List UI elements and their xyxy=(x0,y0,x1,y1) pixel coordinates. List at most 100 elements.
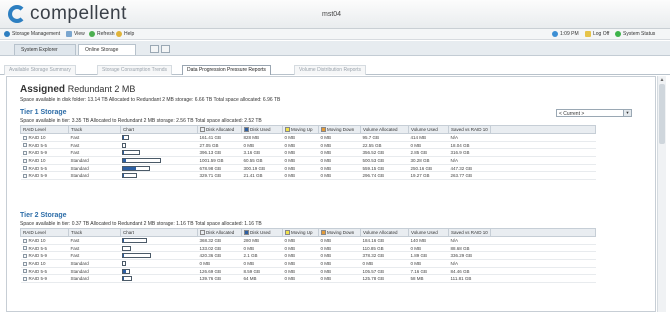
col-disk-used[interactable]: Disk Used xyxy=(241,125,283,134)
log-off-button[interactable]: Log Off xyxy=(585,31,609,37)
cell-track: Fast xyxy=(68,244,121,253)
table-row[interactable]: RAID 10 Fast 161.41 GB 828 MB 0 MB 0 MB 95.7 G… xyxy=(20,133,596,142)
tab-options-icon[interactable] xyxy=(150,45,159,53)
cell-volume-allocated: 296.74 GB xyxy=(360,171,409,181)
table-row[interactable]: RAID 5-5 Fast 27.05 GB 0 MB 0 MB 0 MB 22.55 GB… xyxy=(20,141,596,150)
cell-text: 0 MB xyxy=(410,245,422,251)
col-volume-used[interactable]: Volume Used xyxy=(408,228,449,237)
cell-text: 0 MB xyxy=(284,157,296,163)
table-row[interactable]: RAID 10 Fast 368.32 GB 280 MB 0 MB 0 MB 184.16… xyxy=(20,236,596,245)
table-row[interactable]: RAID 5-9 Standard 139.76 GB 64 MB 0 MB 0 MB 12… xyxy=(20,274,596,284)
tab-close-icon[interactable] xyxy=(161,45,170,53)
cell-raid: RAID 5-5 xyxy=(20,244,69,253)
chevron-down-icon[interactable]: ▼ xyxy=(623,110,631,116)
table-row[interactable]: RAID 5-5 Fast 133.02 GB 0 MB 0 MB 0 MB 110.85 … xyxy=(20,244,596,253)
tab-data-progression-pressure-reports[interactable]: Data Progression Pressure Reports xyxy=(182,65,271,75)
cell-text: 0 MB xyxy=(320,260,332,266)
raid-row-icon xyxy=(22,135,27,140)
cell-text: 110.85 GB xyxy=(362,245,384,251)
col-chart[interactable]: Chart xyxy=(120,125,198,134)
tab-volume-distribution-reports[interactable]: Volume Distribution Reports xyxy=(294,65,366,75)
cell-filler xyxy=(490,133,596,142)
cell-moving-up: 0 MB xyxy=(282,244,319,253)
cell-filler xyxy=(490,251,596,261)
col-track[interactable]: Track xyxy=(68,228,121,237)
table-row[interactable]: RAID 5-5 Standard 126.69 GB 8.59 GB 0 MB 0 MB… xyxy=(20,267,596,276)
view-icon xyxy=(66,31,72,37)
cell-moving-down: 0 MB xyxy=(318,133,361,142)
vertical-scrollbar[interactable]: ▲ xyxy=(657,76,666,312)
col-disk-allocated[interactable]: Disk Allocated xyxy=(197,228,242,237)
used-bar xyxy=(122,166,136,170)
cell-moving-down: 0 MB xyxy=(318,251,361,261)
cell-text: 0 MB xyxy=(284,134,296,140)
col-disk-allocated[interactable]: Disk Allocated xyxy=(197,125,242,134)
tab-system-explorer[interactable]: System Explorer xyxy=(14,44,76,55)
cell-text: Standard xyxy=(70,173,89,179)
col-moving-up[interactable]: Moving Up xyxy=(282,228,319,237)
view-menu[interactable]: View xyxy=(66,31,85,37)
table-row[interactable]: RAID 5-5 Standard 678.98 GB 300.19 GB 0 MB 0 … xyxy=(20,164,596,173)
col-raid-level[interactable]: RAID Level xyxy=(20,125,69,134)
col-disk-used[interactable]: Disk Used xyxy=(241,228,283,237)
col-volume-used[interactable]: Volume Used xyxy=(408,125,449,134)
cell-saved: N/A xyxy=(448,259,491,268)
scroll-thumb[interactable] xyxy=(659,84,665,144)
cell-text: 0 MB xyxy=(320,134,332,140)
cell-text: Standard xyxy=(70,268,89,274)
col-saved[interactable]: Saved vs RAID 10 xyxy=(448,125,491,134)
disk-used-legend-icon xyxy=(244,127,249,133)
used-bar xyxy=(122,269,126,273)
table-row[interactable]: RAID 5-9 Fast 420.36 GB 2.1 GB 0 MB 0 MB 378.3… xyxy=(20,251,596,261)
allocated-bar xyxy=(121,165,150,171)
cell-track: Standard xyxy=(68,274,121,284)
col-volume-allocated[interactable]: Volume Allocated xyxy=(360,125,409,134)
col-moving-down[interactable]: Moving Down xyxy=(318,228,361,237)
storage-management-menu[interactable]: Storage Management xyxy=(4,31,60,37)
help-menu[interactable]: Help xyxy=(116,31,134,37)
tab-available-storage-summary[interactable]: Available Storage Summary xyxy=(4,65,76,75)
cell-disk-used: 8.59 GB xyxy=(241,267,283,276)
snapshot-select[interactable]: < Current > ▼ xyxy=(556,109,632,117)
raid-row-icon xyxy=(22,277,27,282)
cell-volume-allocated: 559.15 GB xyxy=(360,164,409,173)
cell-volume-used: 250.16 GB xyxy=(408,164,449,173)
moving-down-legend-icon xyxy=(321,127,326,133)
cell-text: RAID 5-9 xyxy=(28,150,48,156)
cell-track: Standard xyxy=(68,259,121,268)
cell-text: 0 MB xyxy=(284,142,296,148)
col-volume-allocated[interactable]: Volume Allocated xyxy=(360,228,409,237)
col-moving-down[interactable]: Moving Down xyxy=(318,125,361,134)
col-track[interactable]: Track xyxy=(68,125,121,134)
cell-raid: RAID 5-9 xyxy=(20,251,69,261)
brand-name: compellent xyxy=(30,3,127,24)
cell-disk-used: 2.1 GB xyxy=(241,251,283,261)
cell-text: RAID 10 xyxy=(28,157,46,163)
tier1-table: RAID Level Track Chart Disk Allocated Di… xyxy=(20,125,596,181)
col-moving-up[interactable]: Moving Up xyxy=(282,125,319,134)
col-chart[interactable]: Chart xyxy=(120,228,198,237)
cell-volume-used: 19.27 GB xyxy=(408,171,449,181)
table-row[interactable]: RAID 10 Standard 1001.59 GB 60.55 GB 0 MB 0 M… xyxy=(20,156,596,165)
cell-volume-allocated: 500.53 GB xyxy=(360,156,409,165)
cell-raid: RAID 10 xyxy=(20,133,69,142)
refresh-menu[interactable]: Refresh xyxy=(89,31,115,37)
cell-track: Standard xyxy=(68,164,121,173)
cell-moving-up: 0 MB xyxy=(282,141,319,150)
tab-storage-consumption-trends[interactable]: Storage Consumption Trends xyxy=(97,65,173,75)
table-row[interactable]: RAID 5-9 Standard 329.71 GB 21.41 GB 0 MB 0 M… xyxy=(20,171,596,181)
refresh-icon xyxy=(89,31,95,37)
cell-text: 263.77 GB xyxy=(450,173,473,179)
cell-text: 0 MB xyxy=(284,253,296,259)
table-row[interactable]: RAID 5-9 Fast 396.13 GB 3.16 GB 0 MB 0 MB 356.… xyxy=(20,148,596,158)
cell-text: 64 MB xyxy=(243,276,257,282)
cell-track: Fast xyxy=(68,141,121,150)
system-status-button[interactable]: System Status xyxy=(615,31,655,37)
col-raid-level[interactable]: RAID Level xyxy=(20,228,69,237)
scroll-up-icon[interactable]: ▲ xyxy=(659,77,665,83)
table-row[interactable]: RAID 10 Standard 0 MB 0 MB 0 MB 0 MB 0 MB 0 MB N… xyxy=(20,259,596,268)
cell-text: 126.69 GB xyxy=(199,268,222,274)
tab-online-storage[interactable]: Online Storage xyxy=(78,44,136,55)
cell-text: 19.27 GB xyxy=(410,173,430,179)
col-saved[interactable]: Saved vs RAID 10 xyxy=(448,228,491,237)
